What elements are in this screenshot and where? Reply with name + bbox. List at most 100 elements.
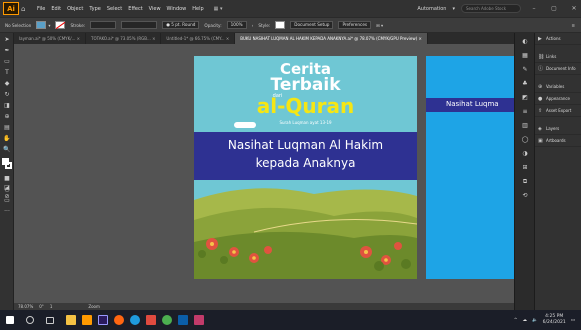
control-bar: No Selection ▾ Stroke: ● 5 pt. Round Opa… [0,17,581,33]
pen-tool-icon[interactable]: ✒ [1,46,13,55]
file-explorer-icon[interactable] [66,315,76,325]
fill-swatch[interactable] [36,21,47,29]
tab-buku-nasihat[interactable]: BUKU NASIHAT LUQMAN AL HAKIM KEPADA ANAK… [235,33,428,44]
panel-actions[interactable]: ▶ Actions [535,33,581,45]
workspace-switcher[interactable]: Automation [417,6,446,12]
rotate-tool-icon[interactable]: ↻ [1,90,13,99]
stroke-weight-field[interactable] [90,21,117,29]
transform-panel-icon[interactable]: ⟲ [518,191,532,201]
close-icon[interactable]: × [152,36,155,41]
menu-help[interactable]: Help [192,6,203,12]
menu-edit[interactable]: Edit [51,6,61,12]
firefox-taskbar-icon[interactable] [114,315,124,325]
menu-select[interactable]: Select [107,6,122,12]
menu-type[interactable]: Type [89,6,100,12]
stroke-swatch[interactable] [55,21,66,30]
draw-mode-icon[interactable]: ◔ [1,185,13,194]
variable-width-dropdown[interactable] [121,21,158,29]
chrome-taskbar-icon[interactable] [162,315,172,325]
brushes-panel-icon[interactable]: ✎ [518,65,532,75]
home-icon[interactable]: ⌂ [21,5,29,13]
rectangle-tool-icon[interactable]: ▭ [1,57,13,66]
panel-appearance[interactable]: ● Appearance [535,93,581,105]
screen-mode-icon[interactable]: ▭ [1,196,13,205]
style-swatch[interactable] [275,21,286,29]
photos-taskbar-icon[interactable] [146,315,156,325]
zoom-tool-icon[interactable]: 🔍 [1,145,13,154]
swatches-panel-icon[interactable]: ▦ [518,51,532,61]
stroke-panel-icon[interactable]: ≡ [518,107,532,117]
artboard-canvas[interactable]: Cerita Terbaik dari al-Quran Surah Luqma… [14,44,514,310]
back-cover-artboard[interactable]: Nasihat Luqma [426,56,514,279]
close-icon[interactable]: × [77,36,80,41]
hand-tool-icon[interactable]: ✋ [1,134,13,143]
cover-artboard[interactable]: Cerita Terbaik dari al-Quran Surah Luqma… [194,56,417,279]
clock[interactable]: 4:25 PM 6/24/2021 [543,314,566,326]
export-icon: ⇪ [538,107,543,114]
panel-layers[interactable]: ◈ Layers [535,123,581,135]
gradient-panel-icon[interactable]: ▥ [518,121,532,131]
opacity-field[interactable]: 100% [226,21,247,29]
color-panel-icon[interactable]: ◐ [518,37,532,47]
close-icon[interactable]: × [226,36,229,41]
menu-effect[interactable]: Effect [128,6,142,12]
menu-window[interactable]: Window [167,6,187,12]
document-setup-button[interactable]: Document Setup [290,21,334,29]
width-tool-icon[interactable]: ◨ [1,101,13,110]
gradient-tool-icon[interactable]: ▤ [1,123,13,132]
color-mode-icon[interactable]: ■ ◪ ⊘ [1,174,13,200]
close-button[interactable]: ✕ [567,5,581,12]
zoom-level-field[interactable]: 78.07% [18,304,33,309]
chevron-down-icon[interactable]: ▾ [452,6,455,12]
panel-document-info[interactable]: ⓘ Document Info [535,63,581,75]
search-icon[interactable] [26,316,34,324]
tab-layman[interactable]: layman.ai* @ 50% (CMYK/... × [14,33,87,44]
illustrator-taskbar-icon[interactable] [82,315,92,325]
panel-menu-icon[interactable]: ≡ [571,23,575,28]
appearance-panel-icon[interactable]: ◑ [518,149,532,159]
preferences-button[interactable]: Preferences [338,21,372,29]
fill-stroke-icon[interactable] [1,156,13,172]
transparency-panel-icon[interactable]: ◯ [518,135,532,145]
network-icon[interactable]: ☁ [523,318,528,323]
selection-tool-icon[interactable]: ➤ [1,35,13,44]
chevron-down-icon[interactable]: ▾ [48,23,50,28]
task-view-icon[interactable] [46,316,54,324]
windows-start-icon[interactable] [6,316,14,324]
menu-object[interactable]: Object [67,6,83,12]
search-stock-input[interactable]: Search Adobe Stock [461,4,521,13]
chevron-right-icon[interactable]: › [252,23,254,28]
more-tools-icon[interactable]: ··· [1,207,13,216]
rotation-field[interactable]: 0° [39,304,44,309]
panel-links[interactable]: ⛓ Links [535,51,581,63]
align-icon[interactable]: ⊞ ▾ [376,23,383,28]
align-panel-icon[interactable]: ⊞ [518,163,532,173]
artboard-number-field[interactable]: 1 [50,304,53,309]
symbols-panel-icon[interactable]: ♣ [518,79,532,89]
panel-artboards[interactable]: ▣ Artboards [535,135,581,147]
menu-file[interactable]: File [37,6,45,12]
cloud-shape [234,122,256,128]
photoshop-taskbar-icon[interactable] [178,315,188,325]
eraser-tool-icon[interactable]: ◆ [1,79,13,88]
panel-asset-export[interactable]: ⇪ Asset Export [535,105,581,117]
edge-taskbar-icon[interactable] [130,315,140,325]
pathfinder-panel-icon[interactable]: ⧉ [518,177,532,187]
graphic-styles-panel-icon[interactable]: ◩ [518,93,532,103]
premiere-taskbar-icon[interactable] [98,315,108,325]
minimize-button[interactable]: – [527,5,541,12]
tray-chevron-icon[interactable]: ^ [514,318,518,323]
brush-dropdown[interactable]: ● 5 pt. Round [162,21,200,29]
shape-builder-tool-icon[interactable]: ⊕ [1,112,13,121]
maximize-button[interactable]: ▢ [547,5,561,12]
menu-view[interactable]: View [149,6,161,12]
tab-untitled[interactable]: Untitled-1* @ 66.75% (CMY... × [161,33,236,44]
tab-totako[interactable]: TOTAKO.ai* @ 73.05% (RGB... × [86,33,162,44]
panel-variables[interactable]: ⊕ Variables [535,81,581,93]
type-tool-icon[interactable]: T [1,68,13,77]
app-taskbar-icon[interactable] [194,315,204,325]
notification-icon[interactable]: ▭ [571,318,575,323]
close-icon[interactable]: × [418,36,421,41]
volume-icon[interactable]: 🔈 [532,318,538,323]
arrange-documents-icon[interactable]: ▦ ▾ [214,6,223,12]
